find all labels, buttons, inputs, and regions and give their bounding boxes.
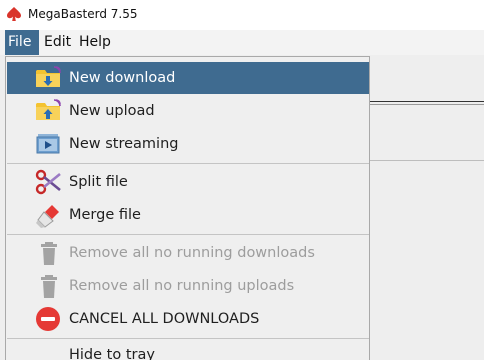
divider (370, 101, 484, 102)
menu-item-split-file[interactable]: Split file (7, 166, 369, 198)
menu-bar: File Edit Help (0, 30, 484, 55)
menu-item-label: Remove all no running uploads (69, 278, 295, 294)
trash-icon (41, 242, 57, 265)
menu-item-remove-downloads[interactable]: Remove all no running downloads (7, 237, 369, 269)
folder-upload-icon (36, 99, 61, 120)
menu-item-label: Split file (69, 174, 128, 190)
menu-item-label: New upload (69, 103, 155, 119)
window-title: MegaBasterd 7.55 (28, 7, 138, 21)
menu-separator (7, 234, 369, 235)
menu-file[interactable]: File (5, 30, 39, 55)
scissors-icon (35, 169, 61, 195)
menu-item-merge-file[interactable]: Merge file (7, 199, 369, 231)
menu-item-cancel-all-downloads[interactable]: CANCEL ALL DOWNLOADS (7, 303, 369, 335)
glue-icon (36, 205, 59, 228)
spade-icon (7, 7, 21, 21)
menu-item-new-upload[interactable]: New upload (7, 95, 369, 127)
divider (370, 104, 484, 105)
divider (370, 160, 484, 161)
folder-download-icon (36, 66, 61, 87)
streaming-window-icon (36, 134, 60, 154)
menu-item-label: Remove all no running downloads (69, 245, 315, 261)
menu-item-hide-to-tray[interactable]: Hide to tray (7, 339, 369, 360)
menu-item-new-download[interactable]: New download (7, 62, 369, 94)
trash-icon (41, 275, 57, 298)
menu-edit[interactable]: Edit (41, 30, 74, 55)
window-titlebar: MegaBasterd 7.55 (0, 0, 484, 30)
menu-item-label: Hide to tray (69, 347, 155, 360)
menu-item-remove-uploads[interactable]: Remove all no running uploads (7, 270, 369, 302)
menu-item-new-streaming[interactable]: New streaming (7, 128, 369, 160)
menu-item-label: CANCEL ALL DOWNLOADS (69, 311, 260, 327)
menu-item-label: New download (69, 70, 176, 86)
menu-item-label: Merge file (69, 207, 141, 223)
menu-help[interactable]: Help (76, 30, 114, 55)
stop-icon (36, 307, 60, 331)
file-menu-dropdown: New download New upload New streaming Sp… (5, 56, 370, 360)
menu-separator (7, 163, 369, 164)
menu-item-label: New streaming (69, 136, 179, 152)
